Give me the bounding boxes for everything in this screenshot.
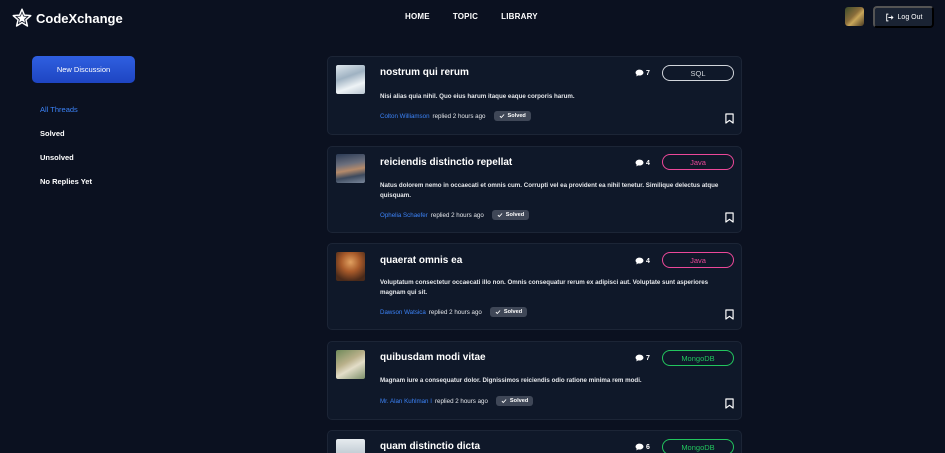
nav-home[interactable]: HOME bbox=[405, 12, 430, 21]
thread-card[interactable]: nostrum qui rerum 7 SQL Nisi alias quia … bbox=[327, 56, 742, 135]
status-label: Solved bbox=[509, 398, 529, 404]
thread-title[interactable]: nostrum qui rerum bbox=[380, 67, 469, 78]
author-link[interactable]: Dawson Watsica bbox=[380, 309, 426, 316]
thread-filter-list: All Threads Solved Unsolved No Replies Y… bbox=[40, 105, 92, 201]
bookmark-icon[interactable] bbox=[725, 398, 734, 409]
logo[interactable]: CodeXchange bbox=[12, 8, 123, 28]
tag-badge[interactable]: Java bbox=[662, 154, 734, 170]
user-avatar[interactable] bbox=[845, 7, 864, 26]
filter-all-threads[interactable]: All Threads bbox=[40, 105, 92, 129]
status-badge: Solved bbox=[493, 111, 531, 121]
thread-meta: Dawson Watsica replied 2 hours ago Solve… bbox=[380, 307, 528, 317]
thread-title[interactable]: reiciendis distinctio repellat bbox=[380, 157, 512, 168]
status-badge: Solved bbox=[491, 210, 530, 220]
thread-thumbnail bbox=[336, 439, 365, 453]
replied-time: replied 2 hours ago bbox=[430, 211, 484, 219]
bookmark-icon[interactable] bbox=[725, 309, 734, 320]
tag-badge[interactable]: SQL bbox=[662, 65, 734, 81]
author-link[interactable]: Colton Williamson bbox=[380, 113, 430, 120]
filter-no-replies[interactable]: No Replies Yet bbox=[40, 177, 92, 201]
status-badge: Solved bbox=[495, 396, 534, 406]
replied-time: replied 2 hours ago bbox=[428, 308, 482, 316]
check-icon bbox=[495, 310, 501, 315]
thread-description: Voluptatum consectetur occaecati illo no… bbox=[380, 279, 709, 296]
thread-thumbnail bbox=[336, 154, 365, 183]
status-badge: Solved bbox=[489, 307, 528, 317]
comment-count-value: 4 bbox=[646, 159, 650, 167]
thread-card[interactable]: reiciendis distinctio repellat 4 Java Na… bbox=[327, 146, 742, 233]
thread-meta: Colton Williamson replied 2 hours ago So… bbox=[380, 111, 531, 121]
comment-count-value: 7 bbox=[646, 69, 650, 77]
check-icon bbox=[499, 114, 504, 119]
status-label: Solved bbox=[505, 212, 525, 218]
app-name: CodeXchange bbox=[36, 10, 123, 26]
author-link[interactable]: Ophelia Schaefer bbox=[380, 212, 428, 219]
tag-badge[interactable]: MongoDB bbox=[662, 439, 734, 453]
comment-icon bbox=[635, 257, 644, 265]
comment-icon bbox=[635, 69, 644, 77]
top-bar: CodeXchange HOME TOPIC LIBRARY Log Out bbox=[0, 0, 945, 36]
nav-topic[interactable]: TOPIC bbox=[453, 12, 478, 21]
check-icon bbox=[497, 213, 503, 218]
comment-count: 4 bbox=[635, 159, 650, 167]
comment-count: 6 bbox=[635, 443, 650, 451]
thread-thumbnail bbox=[336, 252, 365, 281]
bookmark-icon[interactable] bbox=[725, 113, 734, 124]
comment-count: 7 bbox=[635, 69, 650, 77]
thread-card[interactable]: quibusdam modi vitae 7 MongoDB Magnam iu… bbox=[327, 341, 742, 420]
nav-library[interactable]: LIBRARY bbox=[501, 12, 538, 21]
comment-icon bbox=[635, 354, 644, 362]
comment-count-value: 7 bbox=[646, 354, 650, 362]
thread-description: Natus dolorem nemo in occaecati et omnis… bbox=[380, 182, 719, 199]
thread-meta: Ophelia Schaefer replied 2 hours ago Sol… bbox=[380, 210, 530, 220]
thread-description: Magnam iure a consequatur dolor. Digniss… bbox=[380, 377, 642, 384]
replied-time: replied 2 hours ago bbox=[432, 112, 486, 120]
thread-title[interactable]: quibusdam modi vitae bbox=[380, 352, 486, 363]
tag-badge[interactable]: Java bbox=[662, 252, 734, 268]
thread-meta: Mr. Alan Kuhlman I replied 2 hours ago S… bbox=[380, 396, 534, 406]
star-icon bbox=[12, 8, 32, 27]
thread-card[interactable]: quaerat omnis ea 4 Java Voluptatum conse… bbox=[327, 243, 742, 330]
main-nav: HOME TOPIC LIBRARY bbox=[405, 12, 538, 21]
comment-icon bbox=[635, 443, 644, 451]
filter-solved[interactable]: Solved bbox=[40, 129, 92, 153]
comment-count-value: 6 bbox=[646, 443, 650, 451]
thread-card[interactable]: quam distinctio dicta 6 MongoDB bbox=[327, 430, 742, 453]
thread-thumbnail bbox=[336, 350, 365, 379]
check-icon bbox=[501, 399, 507, 404]
comment-count: 4 bbox=[635, 257, 650, 265]
thread-title[interactable]: quam distinctio dicta bbox=[380, 441, 480, 452]
replied-time: replied 2 hours ago bbox=[434, 397, 488, 405]
status-label: Solved bbox=[507, 113, 526, 119]
thread-thumbnail bbox=[336, 65, 365, 94]
thread-description: Nisi alias quia nihil. Quo eius harum it… bbox=[380, 93, 575, 100]
bookmark-icon[interactable] bbox=[725, 212, 734, 223]
filter-unsolved[interactable]: Unsolved bbox=[40, 153, 92, 177]
status-label: Solved bbox=[503, 309, 523, 315]
logout-label: Log Out bbox=[897, 13, 923, 21]
thread-title[interactable]: quaerat omnis ea bbox=[380, 255, 462, 266]
comment-count: 7 bbox=[635, 354, 650, 362]
logout-button[interactable]: Log Out bbox=[873, 6, 934, 28]
author-link[interactable]: Mr. Alan Kuhlman I bbox=[380, 398, 432, 405]
new-discussion-button[interactable]: New Discussion bbox=[32, 56, 135, 83]
comment-icon bbox=[635, 159, 644, 167]
tag-badge[interactable]: MongoDB bbox=[662, 350, 734, 366]
comment-count-value: 4 bbox=[646, 257, 650, 265]
logout-icon bbox=[885, 13, 894, 21]
